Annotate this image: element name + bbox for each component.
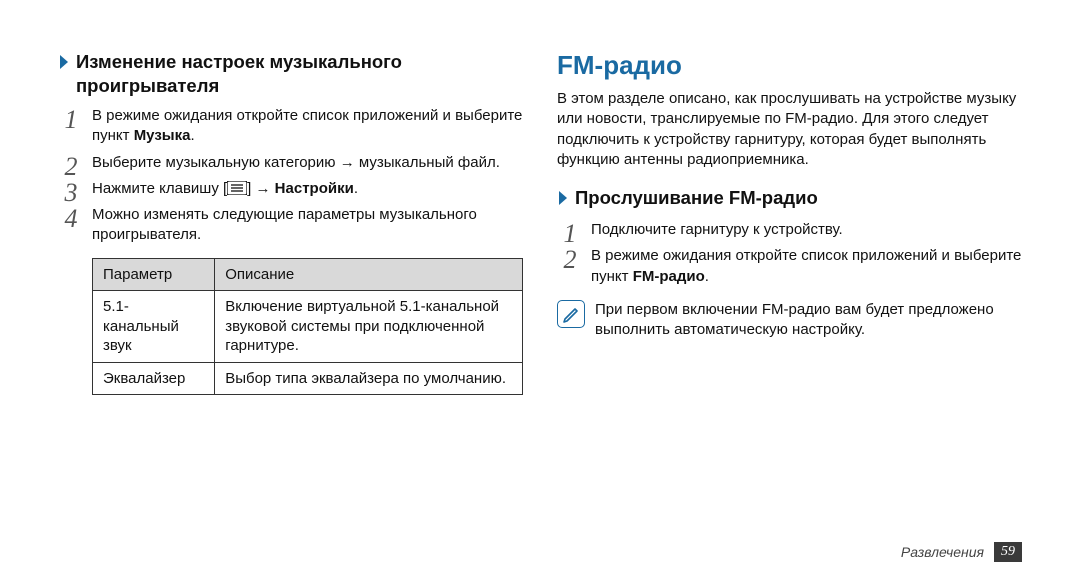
cell-desc: Включение виртуальной 5.1-канальной звук… <box>215 291 523 363</box>
left-subheading: Изменение настроек музыкального проигрыв… <box>58 50 523 98</box>
cell-param: Эквалайзер <box>93 362 215 395</box>
table-row: Эквалайзер Выбор типа эквалайзера по умо… <box>93 362 523 395</box>
table-header-row: Параметр Описание <box>93 258 523 291</box>
bold-text: FM-радио <box>633 268 705 285</box>
params-table: Параметр Описание 5.1-канальный звук Вкл… <box>92 258 523 396</box>
text: . <box>190 127 194 144</box>
col-header-desc: Описание <box>215 258 523 291</box>
chevron-right-icon <box>557 188 569 212</box>
bold-text: Музыка <box>134 127 191 144</box>
text: ] → <box>247 180 275 197</box>
right-subheading-text: Прослушивание FM-радио <box>575 186 1022 210</box>
text: Выберите музыкальную категорию → музыкал… <box>92 154 500 171</box>
bold-text: Настройки <box>275 180 354 197</box>
right-steps: Подключите гарнитуру к устройству. В реж… <box>557 220 1022 287</box>
left-step-1: В режиме ожидания откройте список прилож… <box>58 106 523 147</box>
footer-section-name: Развлечения <box>901 544 984 560</box>
section-title: FM-радио <box>557 50 1022 81</box>
section-intro: В этом разделе описано, как прослушивать… <box>557 89 1022 170</box>
col-header-param: Параметр <box>93 258 215 291</box>
right-column: FM-радио В этом разделе описано, как про… <box>557 50 1022 556</box>
note-text: При первом включении FM-радио вам будет … <box>595 299 1022 341</box>
left-step-4: Можно изменять следующие параметры музык… <box>58 205 523 246</box>
text: Можно изменять следующие параметры музык… <box>92 206 477 243</box>
right-subheading: Прослушивание FM-радио <box>557 186 1022 212</box>
page-footer: Развлечения 59 <box>901 542 1022 562</box>
text: . <box>354 180 358 197</box>
table-row: 5.1-канальный звук Включение виртуальной… <box>93 291 523 363</box>
left-subheading-text: Изменение настроек музыкального проигрыв… <box>76 50 523 98</box>
text: Подключите гарнитуру к устройству. <box>591 221 843 238</box>
left-step-3: Нажмите клавишу [ ] → Настройки. <box>58 179 523 199</box>
left-step-2: Выберите музыкальную категорию → музыкал… <box>58 153 523 173</box>
text: Нажмите клавишу [ <box>92 180 227 197</box>
right-step-2: В режиме ожидания откройте список прилож… <box>557 246 1022 287</box>
footer-page-number: 59 <box>994 542 1022 562</box>
cell-param: 5.1-канальный звук <box>93 291 215 363</box>
chevron-right-icon <box>58 52 70 76</box>
note-icon <box>557 300 585 328</box>
left-column: Изменение настроек музыкального проигрыв… <box>58 50 523 556</box>
cell-desc: Выбор типа эквалайзера по умолчанию. <box>215 362 523 395</box>
left-steps: В режиме ожидания откройте список прилож… <box>58 106 523 246</box>
manual-page: Изменение настроек музыкального проигрыв… <box>0 0 1080 586</box>
menu-key-icon <box>227 181 247 195</box>
note-block: При первом включении FM-радио вам будет … <box>557 299 1022 341</box>
text: . <box>705 268 709 285</box>
right-step-1: Подключите гарнитуру к устройству. <box>557 220 1022 240</box>
